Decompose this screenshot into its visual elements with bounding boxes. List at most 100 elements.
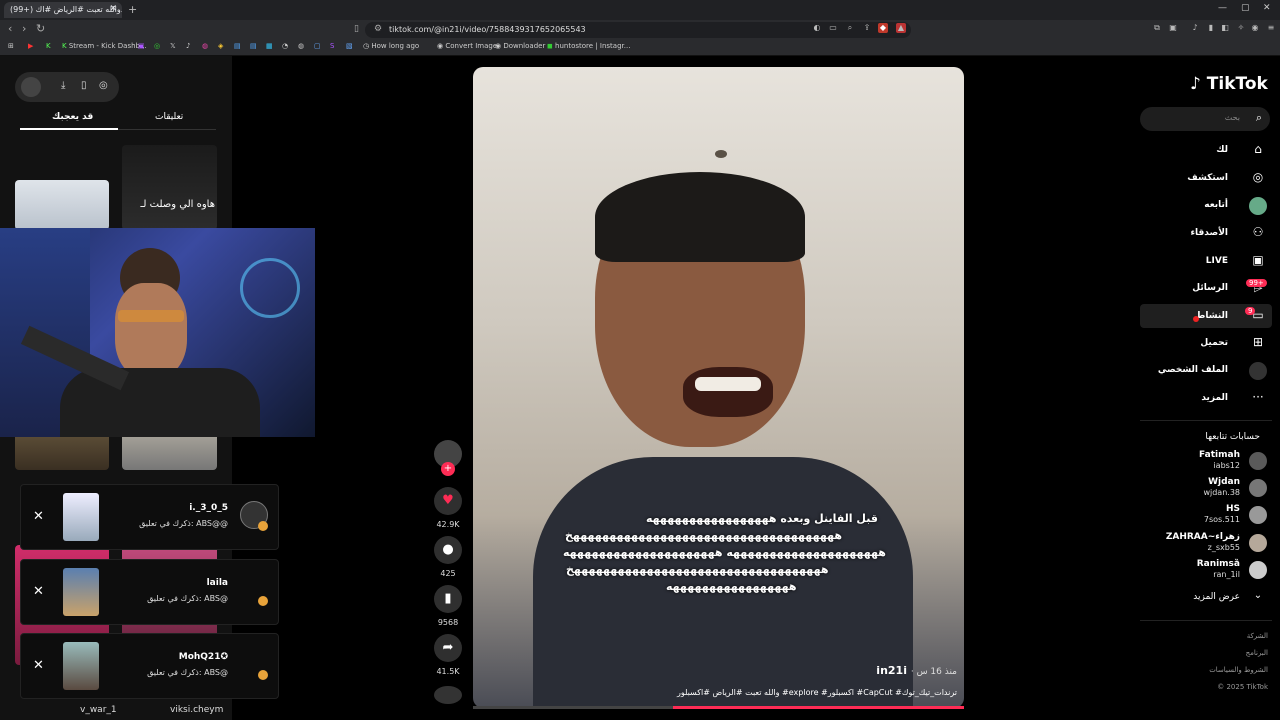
share-icon[interactable]: ⇪ — [862, 23, 872, 33]
bookmark-convertimage[interactable]: ◉ Convert Image — [437, 42, 497, 50]
download-icon[interactable]: ⤓ — [61, 80, 65, 91]
account-name[interactable]: Wjdan — [1208, 477, 1240, 487]
account-name[interactable]: Ranimsȁ — [1197, 559, 1240, 569]
account-handle[interactable]: ran_1il — [1213, 570, 1240, 579]
bookmark-whatsapp-icon[interactable]: ◎ — [154, 42, 160, 50]
account-handle[interactable]: wjdan.38 — [1203, 488, 1240, 497]
bookmark-downloader[interactable]: ◉ Downloader — [495, 42, 545, 50]
close-tab-icon[interactable]: ✕ — [109, 4, 117, 14]
sidebar-icon[interactable]: ▣ — [1168, 23, 1178, 33]
account-name[interactable]: HS — [1226, 504, 1240, 514]
notification-card[interactable]: ✕ MohQ21✪ ذكرك في تعليق: ABS@ — [20, 633, 279, 699]
nav-item-upload[interactable]: تحميل — [1200, 338, 1228, 348]
avatar[interactable] — [1249, 561, 1267, 579]
minimize-icon[interactable]: — — [1218, 3, 1227, 13]
avatar[interactable] — [1249, 479, 1267, 497]
nav-item-explore[interactable]: استكشف — [1187, 173, 1228, 183]
wallet-icon[interactable]: ◧ — [1220, 23, 1230, 33]
share-button[interactable]: ➦ — [434, 634, 462, 662]
music-disc-icon[interactable] — [434, 686, 462, 704]
account-name[interactable]: ZAHRAA~زهراء — [1166, 532, 1240, 542]
video-author[interactable]: in21i · منذ 16 س — [876, 664, 957, 677]
video-player[interactable] — [473, 67, 964, 708]
puzzle-icon[interactable]: ⧉ — [1152, 23, 1162, 33]
account-handle[interactable]: 7sos.511 — [1204, 515, 1240, 524]
tiktok-logo[interactable]: ♪ TikTok — [1190, 74, 1268, 94]
bookmark-instagram-icon[interactable]: ◍ — [202, 42, 208, 50]
bookmark-site7-icon[interactable]: S — [330, 42, 334, 50]
close-window-icon[interactable]: ✕ — [1263, 3, 1271, 13]
footer-link[interactable]: الشركة — [1247, 632, 1268, 640]
new-tab-icon[interactable]: + — [128, 3, 137, 16]
bookmark-site3-icon[interactable]: ▦ — [266, 42, 273, 50]
thumbnail-author[interactable]: viksi.cheym — [170, 705, 223, 715]
extension-icon[interactable]: ◐ — [812, 23, 822, 33]
account-handle[interactable]: iabs12 — [1213, 461, 1240, 470]
bookmark-site8-icon[interactable]: ▧ — [346, 42, 353, 50]
back-icon[interactable]: ‹ — [8, 22, 12, 35]
brave-shield-icon[interactable]: ◆ — [878, 23, 888, 33]
nav-item-profile[interactable]: الملف الشخصي — [1158, 365, 1228, 375]
tab-comments[interactable]: تعليقات — [155, 112, 183, 122]
bookmark-x-icon[interactable]: 𝕏 — [170, 42, 176, 50]
bookmark-twitch-icon[interactable]: ▣ — [138, 42, 145, 50]
bookmark-kick-icon[interactable]: K — [46, 42, 51, 50]
nav-item-following[interactable]: أتابعه — [1204, 200, 1228, 210]
rewards-icon[interactable]: ▲ — [896, 23, 906, 33]
cast-icon[interactable]: ▭ — [828, 23, 838, 33]
notification-card[interactable]: ✕ i._3_0_5 ذكرك في تعليق: ABS@@ — [20, 484, 279, 550]
bookmark-tiktok-icon[interactable]: ♪ — [186, 42, 190, 50]
apps-icon[interactable]: ⊞ — [8, 42, 14, 50]
close-icon[interactable]: ✕ — [33, 509, 44, 524]
reload-icon[interactable]: ↻ — [36, 22, 45, 35]
close-icon[interactable]: ✕ — [33, 658, 44, 673]
compass-icon[interactable]: ◎ — [99, 80, 108, 91]
notification-card[interactable]: ✕ laila ذكرك في تعليق: ABS@ — [20, 559, 279, 625]
ai-icon[interactable]: ✧ — [1236, 23, 1246, 33]
avatar[interactable] — [1249, 506, 1267, 524]
bookmark-huntostore[interactable]: ◼ huntostore | Instagr... — [547, 42, 630, 50]
nav-item-live[interactable]: LIVE — [1206, 256, 1228, 266]
nav-item-messages[interactable]: الرسائل — [1192, 283, 1228, 293]
close-icon[interactable]: ✕ — [33, 584, 44, 599]
nav-item-activity[interactable]: النشاط — [1196, 311, 1228, 321]
bookmark-youtube-icon[interactable]: ▶ — [28, 42, 33, 50]
avatar[interactable] — [1249, 534, 1267, 552]
bookmark-site5-icon[interactable]: ◍ — [298, 42, 304, 50]
avatar[interactable] — [21, 77, 41, 97]
maximize-icon[interactable]: ▢ — [1241, 3, 1250, 13]
menu-icon[interactable]: ≡ — [1266, 23, 1276, 33]
thumbnail-author[interactable]: v_war_1 — [80, 705, 117, 715]
nav-item-friends[interactable]: الأصدقاء — [1190, 228, 1228, 238]
search-icon[interactable]: ⌕ — [1256, 111, 1262, 125]
bookmark-site6-icon[interactable]: ▢ — [314, 42, 321, 50]
bookmark-site2-icon[interactable]: ▤ — [250, 42, 257, 50]
save-button[interactable]: ▮ — [434, 585, 462, 613]
video-thumbnail[interactable]: هاوه الي وصلت لـ — [122, 145, 217, 230]
music-icon[interactable]: ♪ — [1190, 23, 1200, 33]
footer-link[interactable]: البرنامج — [1246, 649, 1268, 657]
bookmark-snapchat-icon[interactable]: ◈ — [218, 42, 223, 50]
avatar[interactable] — [1249, 452, 1267, 470]
footer-link[interactable]: الشروط والسياسات — [1209, 666, 1268, 674]
bookmark-kick[interactable]: K Stream - Kick Dashb... — [62, 42, 147, 50]
forward-icon[interactable]: › — [22, 22, 26, 35]
tab-you-may-like[interactable]: قد يعجبك — [52, 112, 93, 122]
vpn-icon[interactable]: ◉ — [1250, 23, 1260, 33]
nav-item-more[interactable]: المزيد — [1201, 393, 1228, 403]
search-input[interactable]: بحث ⌕ — [1140, 107, 1270, 131]
video-thumbnail[interactable] — [15, 180, 109, 230]
zoom-icon[interactable]: ⌕ — [845, 23, 855, 33]
panel-icon[interactable]: ▮ — [1206, 23, 1216, 33]
account-name[interactable]: Fatimah — [1199, 450, 1240, 460]
bookmark-howlongago[interactable]: ◷ How long ago — [363, 42, 419, 50]
site-info-icon[interactable]: ⚙ — [374, 24, 382, 34]
comment-button[interactable]: ● — [434, 536, 462, 564]
nav-item-for-you[interactable]: لك — [1216, 145, 1228, 155]
bookmark-site4-icon[interactable]: ◔ — [282, 42, 288, 50]
browser-tab[interactable]: (99+) والله تعبت #الرياض #اك...✕ — [4, 2, 122, 18]
phone-icon[interactable]: ▯ — [81, 80, 87, 91]
bookmark-icon[interactable]: ▯ — [354, 24, 359, 34]
follow-icon[interactable]: + — [441, 462, 455, 476]
bookmark-site-icon[interactable]: ▤ — [234, 42, 241, 50]
